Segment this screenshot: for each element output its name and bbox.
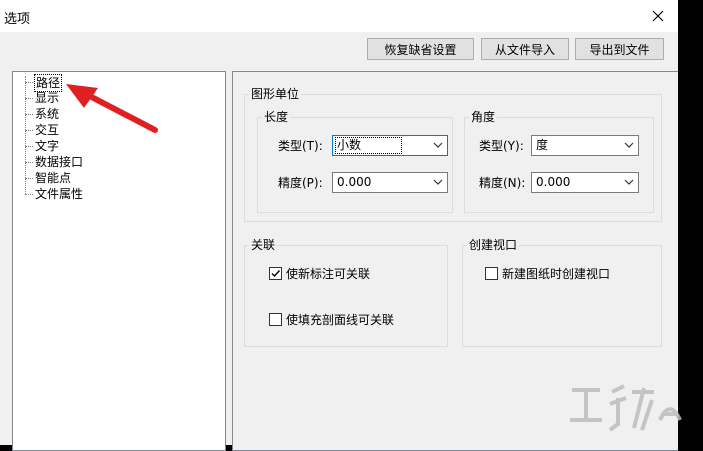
- close-icon: [652, 10, 664, 22]
- create-viewport-checkbox[interactable]: 新建图纸时创建视口: [485, 265, 610, 282]
- tree-tick: [25, 162, 33, 163]
- import-from-file-button[interactable]: 从文件导入: [481, 38, 569, 60]
- length-type-label: 类型(T):: [278, 139, 323, 153]
- title-bar: 选项: [0, 0, 678, 32]
- tree-tick: [25, 98, 33, 99]
- hatch-associative-checkbox[interactable]: 使填充剖面线可关联: [269, 311, 394, 328]
- export-to-file-button[interactable]: 导出到文件: [575, 38, 664, 60]
- chevron-down-icon: [624, 179, 634, 185]
- length-title: 长度: [262, 110, 291, 124]
- window-title: 选项: [4, 12, 31, 27]
- chevron-down-icon: [433, 179, 443, 185]
- length-group: 长度 类型(T): 小数 精度(P): 0.000: [257, 110, 453, 213]
- length-precision-label: 精度(P):: [278, 176, 323, 190]
- create-viewport-title: 创建视口: [467, 238, 520, 252]
- length-type-select[interactable]: 小数: [332, 135, 448, 156]
- association-title: 关联: [249, 238, 278, 252]
- angle-type-label: 类型(Y):: [479, 139, 524, 153]
- angle-type-value: 度: [536, 138, 549, 152]
- tree-tick: [25, 178, 33, 179]
- tree-item-display[interactable]: 显示: [35, 90, 59, 106]
- check-icon: [271, 270, 281, 278]
- new-dim-associative-label: 使新标注可关联: [286, 267, 371, 281]
- length-precision-value: 0.000: [337, 175, 372, 189]
- options-dialog: 选项 恢复缺省设置 从文件导入 导出到文件 路径 显示 系统 交互 文字 数据接…: [0, 0, 678, 451]
- tree-item-file-properties[interactable]: 文件属性: [35, 186, 83, 202]
- red-arrow-annotation: [66, 84, 158, 133]
- restore-defaults-button[interactable]: 恢复缺省设置: [367, 38, 474, 60]
- angle-precision-label: 精度(N):: [479, 176, 526, 190]
- angle-group: 角度 类型(Y): 度 精度(N): 0.000: [464, 110, 654, 213]
- watermark-logo: [570, 384, 682, 432]
- tree-item-system[interactable]: 系统: [35, 106, 59, 122]
- tree-item-interaction[interactable]: 交互: [35, 122, 59, 138]
- angle-precision-value: 0.000: [536, 175, 571, 189]
- create-viewport-label: 新建图纸时创建视口: [502, 267, 611, 281]
- tree-tick: [25, 146, 33, 147]
- angle-type-select[interactable]: 度: [531, 135, 639, 156]
- create-viewport-group: 创建视口 新建图纸时创建视口: [462, 238, 662, 347]
- length-type-value: 小数: [335, 137, 403, 154]
- angle-title: 角度: [469, 110, 498, 124]
- tree-item-text[interactable]: 文字: [35, 138, 59, 154]
- graphic-units-group: 图形单位 长度 类型(T): 小数 精度(P): 0.000 角度 类型(Y):: [244, 87, 662, 222]
- tree-tick: [25, 130, 33, 131]
- association-group: 关联 使新标注可关联 使填充剖面线可关联: [244, 238, 448, 347]
- tree-tick: [25, 114, 33, 115]
- checkbox-box[interactable]: [269, 267, 282, 280]
- checkbox-box[interactable]: [269, 313, 282, 326]
- tree-tick: [25, 194, 33, 195]
- tree-item-data-interface[interactable]: 数据接口: [35, 154, 83, 170]
- angle-precision-select[interactable]: 0.000: [531, 172, 639, 193]
- tree-connector: [25, 76, 26, 194]
- close-button[interactable]: [642, 2, 674, 30]
- chevron-down-icon: [624, 142, 634, 148]
- tree-tick: [25, 82, 33, 83]
- chevron-down-icon: [433, 142, 443, 148]
- tree-item-smart-point[interactable]: 智能点: [35, 170, 71, 186]
- hatch-associative-label: 使填充剖面线可关联: [286, 313, 395, 327]
- graphic-units-title: 图形单位: [249, 87, 302, 101]
- new-dim-associative-checkbox[interactable]: 使新标注可关联: [269, 265, 370, 282]
- length-precision-select[interactable]: 0.000: [332, 172, 448, 193]
- checkbox-box[interactable]: [485, 267, 498, 280]
